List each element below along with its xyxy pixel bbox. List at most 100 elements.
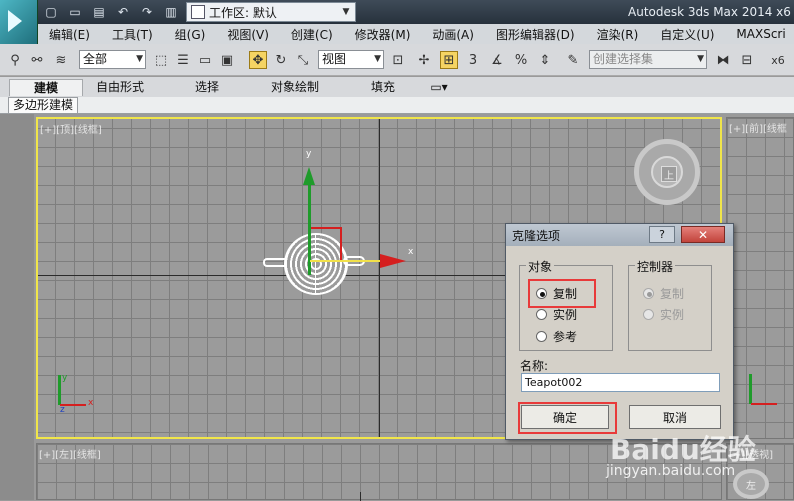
radio-reference[interactable]: 参考	[536, 328, 577, 345]
undo-icon[interactable]: ↶	[112, 3, 134, 21]
tab-selection[interactable]: 选择	[180, 79, 234, 96]
object-group: 对象 复制 实例 参考	[519, 258, 613, 351]
viewcube[interactable]: 上	[634, 139, 700, 205]
viewport-label-front[interactable]: [+][前][线框	[729, 120, 787, 135]
redo-icon[interactable]: ↷	[136, 3, 158, 21]
viewcube-inner: 上	[651, 156, 683, 188]
menu-create[interactable]: 创建(C)	[280, 26, 344, 43]
close-icon: ✕	[697, 227, 709, 242]
menu-edit[interactable]: 编辑(E)	[38, 26, 101, 43]
select-by-name-icon[interactable]: ☰	[174, 51, 192, 69]
menu-group[interactable]: 组(G)	[164, 26, 217, 43]
viewport-label-top[interactable]: [+][顶][线框]	[40, 121, 102, 136]
rotate-icon[interactable]: ↻	[272, 51, 290, 69]
select-manipulate-icon[interactable]: ✢	[415, 51, 433, 69]
tab-modeling[interactable]: 建模	[9, 79, 83, 96]
menu-customize[interactable]: 自定义(U)	[649, 26, 725, 43]
bind-space-warp-icon[interactable]: ≋	[52, 51, 70, 69]
move-icon[interactable]: ✥	[249, 51, 267, 69]
mirror-icon[interactable]: ⧓	[714, 51, 732, 69]
radio-instance[interactable]: 实例	[536, 306, 577, 323]
align-icon[interactable]: ⊟	[738, 51, 756, 69]
ribbon-tabs: 建模 自由形式 选择 对象绘制 填充 ▭▾	[0, 77, 794, 97]
controller-radio-copy-dot	[643, 288, 654, 299]
toolbar-overflow[interactable]: x6	[764, 51, 792, 69]
controller-radio-instance[interactable]: 实例	[643, 306, 684, 323]
controller-radio-instance-label: 实例	[660, 308, 685, 322]
snap-toggle-icon[interactable]: 3	[464, 51, 482, 69]
selection-filter-dropdown[interactable]: 全部 ▼	[79, 50, 146, 69]
highlight-copy	[528, 279, 596, 308]
ribbon-panel: 多边形建模	[0, 97, 794, 114]
save-icon[interactable]: ▤	[88, 3, 110, 21]
tab-object-paint[interactable]: 对象绘制	[262, 79, 328, 96]
menu-maxscript[interactable]: MAXScri	[725, 27, 794, 41]
named-selection-dropdown[interactable]: 创建选择集 ▼	[589, 50, 707, 69]
grid-axis-vertical	[379, 119, 380, 437]
gizmo-xy-plane[interactable]	[310, 227, 342, 261]
viewcube-persp[interactable]: 左	[733, 469, 769, 499]
reference-coord-value: 视图	[322, 52, 347, 66]
mini-y-axis	[58, 375, 61, 405]
chevron-down-icon: ▼	[374, 54, 381, 64]
radio-instance-dot	[536, 309, 547, 320]
angle-snap-icon[interactable]: ∡	[488, 51, 506, 69]
keyboard-shortcut-override-icon[interactable]: ⊞	[440, 51, 458, 69]
percent-snap-icon[interactable]: %	[512, 51, 530, 69]
mini-y-label: y	[62, 373, 68, 383]
menu-tools[interactable]: 工具(T)	[101, 26, 164, 43]
tab-freeform[interactable]: 自由形式	[88, 79, 152, 96]
controller-radio-copy-label: 复制	[660, 287, 685, 301]
open-folder-icon[interactable]: ▭	[64, 3, 86, 21]
menu-graph-editors[interactable]: 图形编辑器(D)	[485, 26, 586, 43]
radio-instance-label: 实例	[553, 308, 578, 322]
reference-coordinate-dropdown[interactable]: 视图 ▼	[318, 50, 384, 69]
chevron-down-icon: ▼	[136, 54, 143, 64]
object-group-title: 对象	[526, 258, 555, 275]
gizmo-x-label: x	[408, 247, 414, 257]
menu-modifiers[interactable]: 修改器(M)	[344, 26, 422, 43]
rectangular-selection-icon[interactable]: ▭	[196, 51, 214, 69]
gizmo-y-arrow-icon[interactable]	[303, 167, 315, 185]
pivot-center-icon[interactable]: ⊡	[389, 51, 407, 69]
application-menu-button[interactable]	[0, 0, 38, 44]
viewport-gutter	[0, 114, 34, 500]
named-selection-placeholder: 创建选择集	[593, 52, 654, 66]
gizmo-x-axis[interactable]	[310, 260, 380, 262]
viewport-front[interactable]: [+][前][线框	[726, 117, 794, 439]
name-field[interactable]: Teapot002	[521, 373, 720, 392]
menu-rendering[interactable]: 渲染(R)	[586, 26, 650, 43]
viewport-label-left[interactable]: [+][左][线框]	[39, 446, 101, 461]
menu-views[interactable]: 视图(V)	[216, 26, 280, 43]
spinner-snap-icon[interactable]: ⇕	[536, 51, 554, 69]
radio-reference-dot	[536, 331, 547, 342]
window-crossing-icon[interactable]: ▣	[218, 51, 236, 69]
tab-populate[interactable]: 填充	[360, 79, 406, 96]
controller-radio-copy[interactable]: 复制	[643, 285, 684, 302]
polygon-modeling-button[interactable]: 多边形建模	[8, 97, 79, 114]
select-object-icon[interactable]: ⬚	[152, 51, 170, 69]
mini-front-x-axis	[751, 403, 777, 405]
mini-z-label: z	[60, 405, 65, 415]
viewcube-face[interactable]: 上	[661, 166, 677, 182]
help-button[interactable]: ?	[649, 226, 675, 243]
project-folder-icon[interactable]: ▥	[160, 3, 182, 21]
gizmo-x-arrow-icon[interactable]	[380, 254, 406, 268]
cancel-button[interactable]: 取消	[629, 405, 721, 429]
mini-front-y-axis	[749, 374, 752, 404]
new-file-icon[interactable]: ▢	[40, 3, 62, 21]
quick-access-toolbar: ▢ ▭ ▤ ↶ ↷ ▥	[40, 2, 182, 22]
link-icon[interactable]: ⚲	[6, 51, 24, 69]
max-logo-icon	[8, 10, 22, 32]
mini-x-label: x	[88, 398, 94, 408]
workspace-dropdown[interactable]: 工作区: 默认 ▼	[186, 2, 356, 22]
close-button[interactable]: ✕	[681, 226, 725, 243]
scale-icon[interactable]: ⤡	[294, 51, 312, 69]
unlink-icon[interactable]: ⚯	[28, 51, 46, 69]
edit-named-selection-icon[interactable]: ✎	[564, 51, 582, 69]
radio-reference-label: 参考	[553, 330, 578, 344]
menu-animation[interactable]: 动画(A)	[421, 26, 485, 43]
main-toolbar: ⚲ ⚯ ≋ 全部 ▼ ⬚ ☰ ▭ ▣ ✥ ↻ ⤡ 视图 ▼ ⊡ ✢ ⊞ 3 ∡ …	[0, 44, 794, 76]
controller-radio-instance-dot	[643, 309, 654, 320]
ribbon-options-icon[interactable]: ▭▾	[424, 79, 454, 96]
